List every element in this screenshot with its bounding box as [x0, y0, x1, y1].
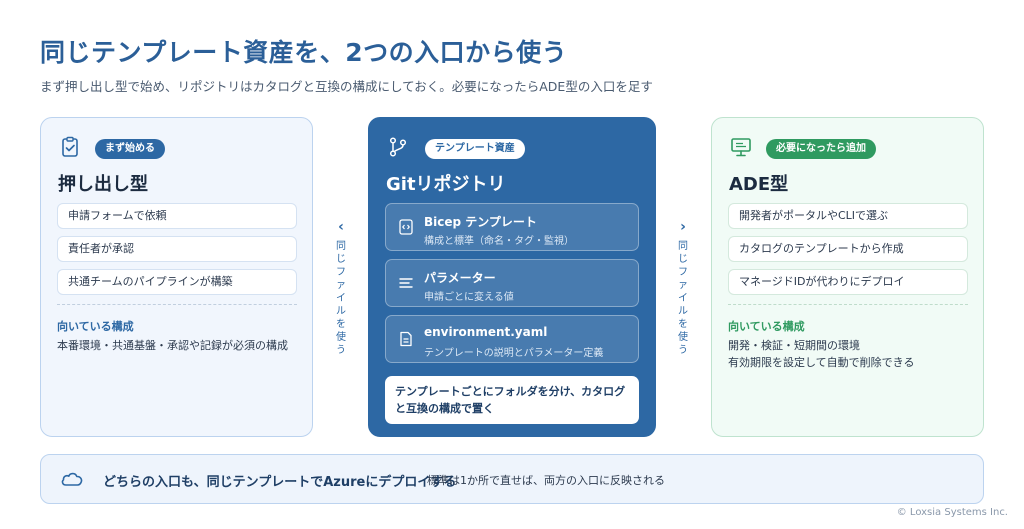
left-connector-label: 同じファイルを使う [336, 241, 346, 356]
push-step-2: 責任者が承認 [57, 236, 297, 262]
footer-sub-text: 標準は1か所で直せば、両方の入口に反映される [427, 474, 665, 487]
environment-yaml-name: environment.yaml [424, 325, 548, 339]
environment-yaml-desc: テンプレートの説明とパラメーター定義 [424, 348, 604, 359]
parameters-icon [399, 278, 413, 288]
code-file-icon [399, 219, 413, 235]
copyright: © Loxsia Systems Inc. [896, 507, 1008, 518]
git-branch-icon [389, 137, 407, 157]
right-connector: › 同じファイルを使う [676, 220, 690, 357]
template-asset-badge: テンプレート資産 [425, 139, 525, 159]
ade-step-3: マネージドIDが代わりにデプロイ [728, 269, 968, 295]
push-fit-title: 向いている構成 [57, 320, 134, 333]
chevron-left-icon: ‹ [338, 219, 344, 235]
push-step-3: 共通チームのパイプラインが構築 [57, 269, 297, 295]
push-model-title: 押し出し型 [58, 174, 148, 195]
right-divider [728, 304, 968, 305]
left-divider [57, 304, 297, 305]
git-repository-card: テンプレート資産 Gitリポジトリ Bicep テンプレート 構成と標準（命名・… [368, 117, 656, 437]
bicep-template-name: Bicep テンプレート [424, 215, 537, 229]
ade-fit-line-2: 有効期限を設定して自動で削除できる [728, 356, 915, 369]
parameters-name: パラメーター [424, 271, 496, 285]
parameters-item: パラメーター 申請ごとに変える値 [385, 259, 639, 307]
start-badge: まず始める [95, 139, 165, 159]
git-repository-title: Gitリポジトリ [386, 174, 506, 195]
environment-yaml-item: environment.yaml テンプレートの説明とパラメーター定義 [385, 315, 639, 363]
footer-main-text: どちらの入口も、同じテンプレートでAzureにデプロイする [103, 475, 457, 490]
footer-summary: どちらの入口も、同じテンプレートでAzureにデプロイする 標準は1か所で直せば… [40, 454, 984, 504]
right-connector-label: 同じファイルを使う [678, 241, 688, 356]
ade-fit-line-1: 開発・検証・短期間の環境 [728, 339, 860, 352]
parameters-desc: 申請ごとに変える値 [424, 292, 514, 303]
document-icon [400, 331, 412, 347]
left-connector: ‹ 同じファイルを使う [334, 220, 348, 357]
monitor-icon [731, 138, 751, 157]
push-fit-line-1: 本番環境・共通基盤・承認や記録が必須の構成 [57, 339, 288, 352]
bicep-template-desc: 構成と標準（命名・タグ・監視） [424, 236, 574, 247]
ade-model-card: 必要になったら追加 ADE型 開発者がポータルやCLIで選ぶ カタログのテンプレ… [711, 117, 984, 437]
clipboard-check-icon [62, 136, 78, 157]
ade-fit-title: 向いている構成 [728, 320, 805, 333]
page-title: 同じテンプレート資産を、2つの入口から使う [40, 38, 568, 67]
cloud-icon [61, 472, 83, 486]
folder-structure-note: テンプレートごとにフォルダを分け、カタログと互換の構成で置く [385, 376, 639, 424]
ade-model-title: ADE型 [729, 174, 789, 195]
push-model-card: まず始める 押し出し型 申請フォームで依頼 責任者が承認 共通チームのパイプライ… [40, 117, 313, 437]
add-when-needed-badge: 必要になったら追加 [766, 139, 876, 159]
ade-step-2: カタログのテンプレートから作成 [728, 236, 968, 262]
push-step-1: 申請フォームで依頼 [57, 203, 297, 229]
ade-step-1: 開発者がポータルやCLIで選ぶ [728, 203, 968, 229]
bicep-template-item: Bicep テンプレート 構成と標準（命名・タグ・監視） [385, 203, 639, 251]
chevron-right-icon: › [680, 219, 686, 235]
page-subtitle: まず押し出し型で始め、リポジトリはカタログと互換の構成にしておく。必要になったら… [40, 79, 653, 94]
